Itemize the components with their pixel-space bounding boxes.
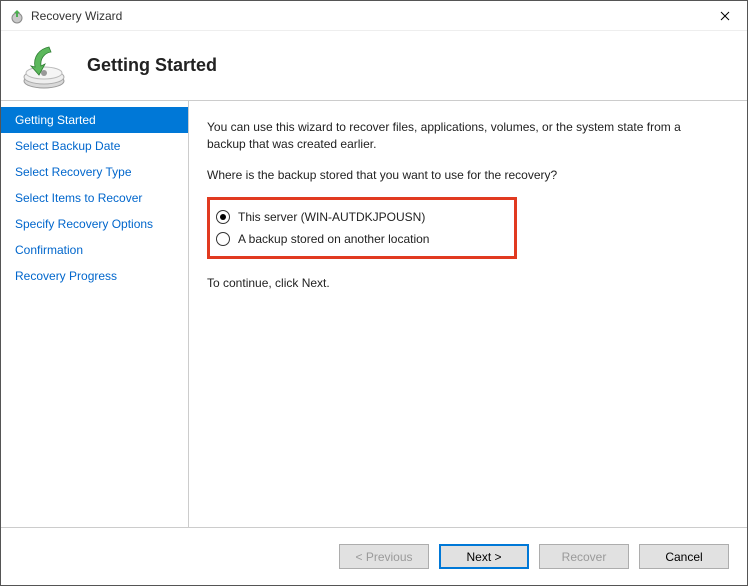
footer-buttons: < Previous Next > Recover Cancel bbox=[1, 527, 747, 585]
step-select-backup-date[interactable]: Select Backup Date bbox=[1, 133, 188, 159]
intro-text: You can use this wizard to recover files… bbox=[207, 119, 713, 153]
next-button[interactable]: Next > bbox=[439, 544, 529, 569]
radio-label: This server (WIN-AUTDKJPOUSN) bbox=[238, 210, 425, 224]
radio-another-location[interactable]: A backup stored on another location bbox=[216, 228, 504, 250]
page-title: Getting Started bbox=[87, 55, 217, 76]
steps-sidebar: Getting Started Select Backup Date Selec… bbox=[1, 101, 189, 527]
step-specify-options[interactable]: Specify Recovery Options bbox=[1, 211, 188, 237]
wizard-header: Getting Started bbox=[1, 31, 747, 101]
backup-location-group: This server (WIN-AUTDKJPOUSN) A backup s… bbox=[207, 197, 517, 259]
step-recovery-progress[interactable]: Recovery Progress bbox=[1, 263, 188, 289]
previous-button: < Previous bbox=[339, 544, 429, 569]
content-pane: You can use this wizard to recover files… bbox=[189, 101, 747, 527]
step-select-items[interactable]: Select Items to Recover bbox=[1, 185, 188, 211]
close-button[interactable] bbox=[702, 1, 747, 31]
app-icon bbox=[9, 8, 25, 24]
recover-button: Recover bbox=[539, 544, 629, 569]
wizard-body: Getting Started Select Backup Date Selec… bbox=[1, 101, 747, 527]
question-text: Where is the backup stored that you want… bbox=[207, 167, 713, 184]
step-select-recovery-type[interactable]: Select Recovery Type bbox=[1, 159, 188, 185]
recovery-icon bbox=[19, 41, 69, 91]
window-title: Recovery Wizard bbox=[31, 9, 702, 23]
titlebar: Recovery Wizard bbox=[1, 1, 747, 31]
radio-this-server[interactable]: This server (WIN-AUTDKJPOUSN) bbox=[216, 206, 504, 228]
radio-icon bbox=[216, 210, 230, 224]
radio-label: A backup stored on another location bbox=[238, 232, 429, 246]
cancel-button[interactable]: Cancel bbox=[639, 544, 729, 569]
continue-hint: To continue, click Next. bbox=[207, 275, 713, 292]
radio-icon bbox=[216, 232, 230, 246]
wizard-window: Recovery Wizard Getting Started Getting … bbox=[0, 0, 748, 586]
step-getting-started[interactable]: Getting Started bbox=[1, 107, 188, 133]
step-confirmation[interactable]: Confirmation bbox=[1, 237, 188, 263]
